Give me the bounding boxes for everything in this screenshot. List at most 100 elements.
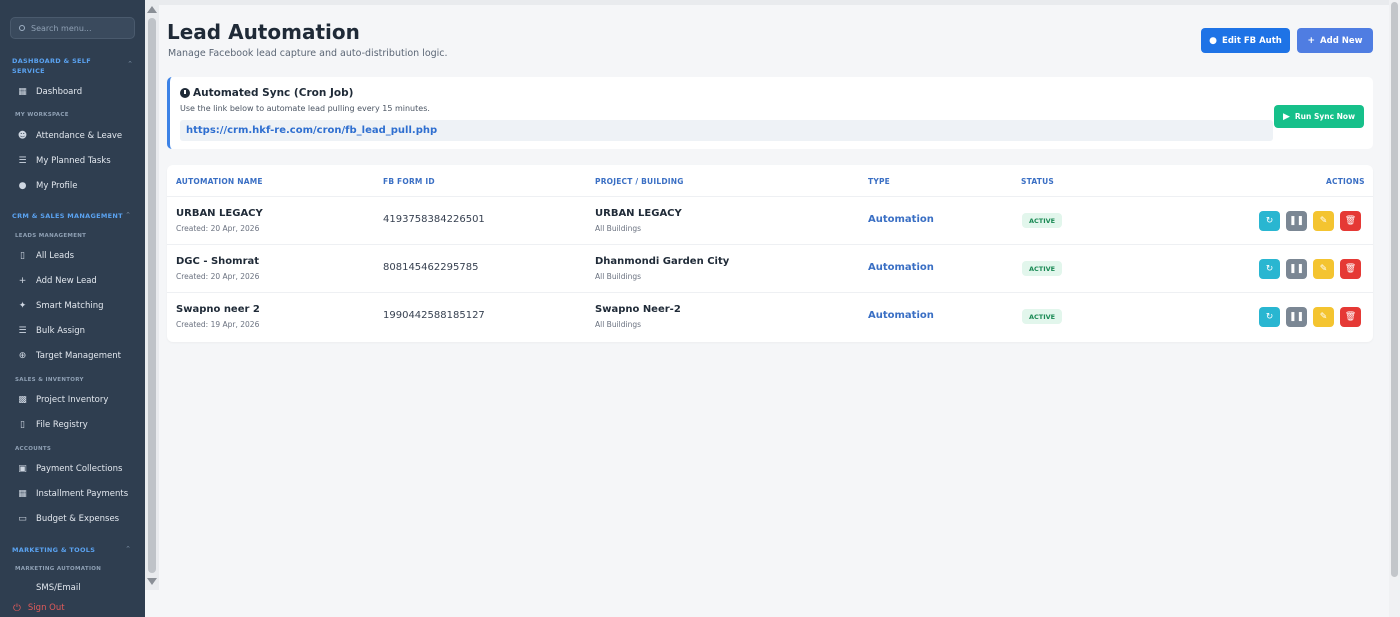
- sidebar-item-dashboard[interactable]: ▦ Dashboard: [0, 82, 145, 102]
- crosshair-icon: ⊕: [18, 351, 27, 361]
- subsection-leads-management: LEADS MANAGEMENT: [15, 233, 87, 239]
- magic-icon: ✦: [18, 301, 27, 311]
- sidebar-item-project-inventory[interactable]: ▩ Project Inventory: [0, 390, 145, 410]
- sidebar-item-budget-expenses[interactable]: ▭ Budget & Expenses: [0, 509, 145, 529]
- sidebar-item-label: Add New Lead: [36, 276, 97, 286]
- trash-icon: 🗑: [1344, 216, 1357, 226]
- column-header-name: AUTOMATION NAME: [176, 177, 263, 186]
- sidebar-search-input[interactable]: [31, 23, 126, 33]
- grid-icon: ▦: [18, 87, 27, 97]
- sidebar-item-all-leads[interactable]: ▯ All Leads: [0, 246, 145, 266]
- sync-button[interactable]: ↻: [1259, 307, 1280, 327]
- sign-out-button[interactable]: ⏻ Sign Out: [0, 599, 145, 617]
- subsection-my-workspace: MY WORKSPACE: [15, 112, 69, 118]
- sidebar-item-label: Attendance & Leave: [36, 131, 123, 141]
- automation-name: URBAN LEGACY: [176, 208, 263, 219]
- chevron-up-icon[interactable]: ⌃: [127, 60, 133, 68]
- delete-button[interactable]: 🗑: [1340, 211, 1361, 231]
- automation-table: AUTOMATION NAME FB FORM ID PROJECT / BUI…: [167, 165, 1373, 342]
- facebook-icon: ●: [1209, 35, 1218, 46]
- sign-out-label: Sign Out: [27, 603, 65, 613]
- building-icon: ▩: [18, 395, 27, 405]
- sidebar-item-target-management[interactable]: ⊕ Target Management: [0, 346, 145, 366]
- cron-url[interactable]: https://crm.hkf-re.com/cron/fb_lead_pull…: [180, 120, 1273, 141]
- sidebar-item-planned-tasks[interactable]: ☰ My Planned Tasks: [0, 151, 145, 171]
- user-clock-icon: ☻: [17, 131, 28, 141]
- chevron-up-icon[interactable]: ⌃: [125, 211, 131, 219]
- plus-icon: +: [1307, 35, 1316, 46]
- delete-button[interactable]: 🗑: [1340, 307, 1361, 327]
- sidebar-item-file-registry[interactable]: ▯ File Registry: [0, 415, 145, 435]
- scroll-down-icon[interactable]: [147, 578, 157, 585]
- pause-button[interactable]: ❚❚: [1286, 259, 1307, 279]
- created-date: Created: 19 Apr, 2026: [176, 320, 260, 329]
- sidebar-item-add-new-lead[interactable]: + Add New Lead: [0, 271, 145, 291]
- column-header-project: PROJECT / BUILDING: [595, 177, 684, 186]
- sidebar-item-sms-email[interactable]: SMS/Email: [0, 579, 145, 597]
- section-dashboard-self-service[interactable]: DASHBOARD & SELF SERVICE: [12, 56, 122, 76]
- sidebar-item-label: My Planned Tasks: [36, 156, 111, 166]
- scrollbar-thumb[interactable]: [148, 18, 156, 573]
- play-icon: ▶: [1282, 111, 1290, 122]
- subsection-accounts: ACCOUNTS: [15, 446, 52, 452]
- add-new-button[interactable]: + Add New: [1297, 28, 1373, 53]
- column-header-status: STATUS: [1021, 177, 1054, 186]
- chevron-up-icon[interactable]: ⌃: [125, 545, 131, 553]
- page-scrollbar[interactable]: [1389, 0, 1400, 617]
- edit-fb-auth-button[interactable]: ● Edit FB Auth: [1201, 28, 1290, 53]
- automation-name: DGC - Shomrat: [176, 256, 260, 267]
- run-sync-label: Run Sync Now: [1294, 112, 1356, 121]
- sidebar-item-installment-payments[interactable]: ▦ Installment Payments: [0, 484, 145, 504]
- fb-form-id: 1990442588185127: [383, 310, 485, 321]
- scroll-up-icon[interactable]: [147, 6, 157, 13]
- automation-type: Automation: [868, 262, 934, 273]
- building-name: All Buildings: [595, 272, 642, 281]
- automation-type: Automation: [868, 310, 934, 321]
- table-row: URBAN LEGACY Created: 20 Apr, 2026 41937…: [167, 196, 1373, 244]
- column-header-type: TYPE: [868, 177, 890, 186]
- subsection-marketing-automation: MARKETING AUTOMATION: [15, 566, 102, 572]
- edit-button[interactable]: ✎: [1313, 211, 1334, 231]
- section-crm-sales[interactable]: CRM & SALES MANAGEMENT: [12, 211, 123, 221]
- trash-icon: 🗑: [1344, 264, 1357, 274]
- status-badge: ACTIVE: [1022, 261, 1063, 276]
- money-icon: ▣: [18, 464, 27, 474]
- sync-button[interactable]: ↻: [1259, 259, 1280, 279]
- fb-form-id: 4193758384226501: [383, 214, 485, 225]
- sidebar-scrollbar[interactable]: [145, 0, 159, 590]
- sidebar-search[interactable]: [10, 17, 135, 39]
- building-name: All Buildings: [595, 224, 642, 233]
- section-marketing-tools[interactable]: MARKETING & TOOLS: [12, 545, 95, 555]
- sidebar-item-payment-collections[interactable]: ▣ Payment Collections: [0, 459, 145, 479]
- sidebar-item-smart-matching[interactable]: ✦ Smart Matching: [0, 296, 145, 316]
- delete-button[interactable]: 🗑: [1340, 259, 1361, 279]
- sync-button[interactable]: ↻: [1259, 211, 1280, 231]
- layers-icon: ☰: [18, 326, 27, 336]
- edit-button[interactable]: ✎: [1313, 259, 1334, 279]
- edit-button[interactable]: ✎: [1313, 307, 1334, 327]
- sidebar-item-attendance[interactable]: ☻ Attendance & Leave: [0, 126, 145, 146]
- column-header-actions: ACTIONS: [1326, 177, 1365, 186]
- refresh-icon: ↻: [1265, 216, 1274, 226]
- fb-form-id: 808145462295785: [383, 262, 479, 273]
- page-title: Lead Automation: [167, 20, 360, 44]
- file-icon: ▯: [20, 251, 25, 261]
- status-badge: ACTIVE: [1022, 309, 1063, 324]
- list-icon: ☰: [18, 156, 27, 166]
- sidebar-item-label: Payment Collections: [36, 464, 123, 474]
- sidebar-item-label: My Profile: [36, 181, 78, 191]
- pause-button[interactable]: ❚❚: [1286, 307, 1307, 327]
- run-sync-now-button[interactable]: ▶ Run Sync Now: [1274, 105, 1364, 128]
- add-new-label: Add New: [1320, 35, 1363, 46]
- sidebar-item-my-profile[interactable]: ● My Profile: [0, 176, 145, 196]
- pause-button[interactable]: ❚❚: [1286, 211, 1307, 231]
- project-name: URBAN LEGACY: [595, 208, 682, 219]
- table-row: DGC - Shomrat Created: 20 Apr, 2026 8081…: [167, 244, 1373, 292]
- automation-name: Swapno neer 2: [176, 304, 260, 315]
- power-icon: ⏻: [13, 602, 21, 614]
- edit-fb-auth-label: Edit FB Auth: [1222, 35, 1282, 46]
- page-scrollbar-thumb[interactable]: [1391, 2, 1398, 577]
- sidebar-item-bulk-assign[interactable]: ☰ Bulk Assign: [0, 321, 145, 341]
- sidebar-item-label: Installment Payments: [36, 489, 129, 499]
- building-name: All Buildings: [595, 320, 642, 329]
